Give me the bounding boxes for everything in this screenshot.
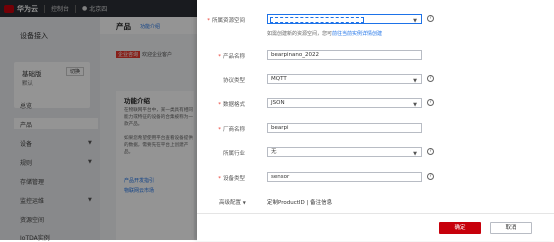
protocol-label: 协议类型 [222, 78, 245, 84]
drawer-footer: 确定 取消 [197, 213, 554, 241]
chevron-down-icon: ▼ [413, 78, 417, 84]
product-name-input[interactable]: bearpinano_2022 [267, 50, 422, 60]
cancel-button[interactable]: 取消 [490, 222, 532, 234]
device-type-label: * 设备类型 [218, 176, 245, 182]
resource-space-label: * 所属资源空间 [207, 18, 245, 24]
protocol-select[interactable]: MQTT ▼ [267, 74, 422, 84]
create-resource-space-link[interactable]: 前往当前实例详情创建 [332, 31, 382, 37]
industry-select[interactable]: 无 ▼ [267, 147, 422, 157]
help-icon[interactable]: ? [427, 75, 434, 82]
chevron-down-icon: ▼ [413, 151, 417, 157]
help-icon[interactable]: ? [427, 173, 434, 180]
chevron-down-icon: ▼ [413, 18, 417, 24]
advanced-config-summary: 定制ProductID | 备注信息 [267, 200, 333, 206]
create-product-drawer: * 所属资源空间 ▼ ? 如需创建新的资源空间，您可前往当前实例详情创建 * 产品名… [197, 0, 554, 241]
resource-space-select[interactable]: ▼ [267, 14, 422, 24]
help-icon[interactable]: ? [427, 99, 434, 106]
data-format-select[interactable]: JSON ▼ [267, 98, 422, 108]
data-format-label: * 数据格式 [218, 102, 245, 108]
vendor-label: * 厂商名称 [218, 127, 245, 133]
focus-ring [270, 17, 364, 23]
advanced-config-toggle[interactable]: 高级配置 ▼ [219, 198, 246, 206]
product-name-label: * 产品名称 [218, 54, 245, 60]
confirm-button[interactable]: 确定 [439, 222, 481, 234]
chevron-down-icon: ▼ [242, 200, 246, 205]
device-type-input[interactable]: sensor [267, 172, 422, 182]
resource-space-hint: 如需创建新的资源空间，您可前往当前实例详情创建 [267, 31, 383, 37]
modal-overlay[interactable] [0, 0, 197, 240]
vendor-input[interactable]: bearpi [267, 123, 422, 133]
industry-label: 所属行业 [222, 151, 245, 157]
chevron-down-icon: ▼ [413, 102, 417, 108]
help-icon[interactable]: ? [427, 15, 434, 22]
help-icon[interactable]: ? [427, 148, 434, 155]
